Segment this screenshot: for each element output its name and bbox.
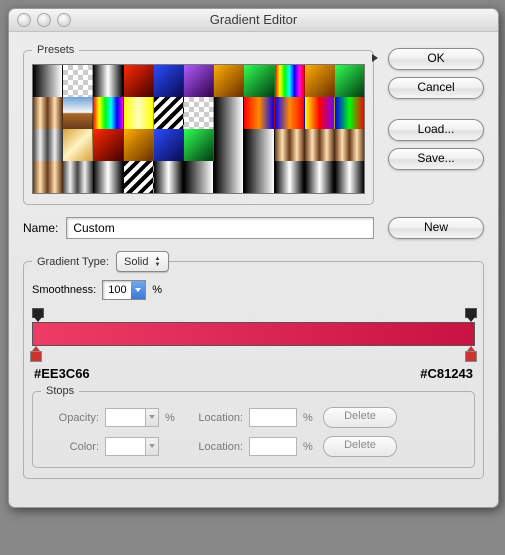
preset-swatch[interactable] (275, 97, 305, 129)
preset-swatch[interactable] (214, 161, 244, 193)
cancel-button[interactable]: Cancel (388, 77, 484, 99)
opacity-stop-right[interactable] (465, 308, 475, 320)
gradient-editor-window: Gradient Editor Presets (8, 8, 499, 508)
presets-legend: Presets (32, 44, 79, 56)
preset-swatch[interactable] (214, 129, 244, 161)
opacity-location-input (249, 408, 297, 427)
preset-swatch[interactable] (93, 65, 123, 97)
preset-swatch[interactable] (305, 97, 335, 129)
color-stop-right[interactable] (465, 346, 477, 362)
opacity-input (105, 408, 146, 427)
preset-swatch[interactable] (244, 65, 274, 97)
titlebar: Gradient Editor (9, 9, 498, 32)
smoothness-value: 100 (103, 284, 131, 296)
smoothness-label: Smoothness: (32, 284, 96, 296)
opacity-stop-left[interactable] (32, 308, 42, 320)
gradient-type-select[interactable]: Solid ▲▼ (116, 251, 169, 272)
preset-swatch[interactable] (93, 161, 123, 193)
preset-swatch[interactable] (93, 97, 123, 129)
preset-swatch[interactable] (275, 65, 305, 97)
preset-swatch[interactable] (93, 129, 123, 161)
name-label: Name: (23, 221, 58, 235)
preset-swatch[interactable] (154, 161, 184, 193)
preset-swatch[interactable] (63, 65, 93, 97)
stepper-icon: ▲▼ (150, 256, 164, 268)
preset-swatch[interactable] (33, 97, 63, 129)
dropdown-icon (146, 437, 159, 456)
preset-swatch[interactable] (244, 97, 274, 129)
preset-swatch[interactable] (335, 129, 364, 161)
preset-swatch[interactable] (154, 65, 184, 97)
preset-swatch[interactable] (33, 161, 63, 193)
preset-swatch[interactable] (275, 129, 305, 161)
preset-swatch[interactable] (214, 97, 244, 129)
preset-swatch[interactable] (184, 65, 214, 97)
right-color-label: #C81243 (420, 366, 473, 381)
left-color-label: #EE3C66 (34, 366, 90, 381)
preset-swatch[interactable] (63, 129, 93, 161)
preset-swatch[interactable] (124, 161, 154, 193)
preset-swatch[interactable] (275, 161, 305, 193)
preset-swatch[interactable] (63, 97, 93, 129)
save-button[interactable]: Save... (388, 148, 484, 170)
percent-label: % (165, 412, 179, 424)
preset-swatch[interactable] (124, 97, 154, 129)
gradient-type-label: Gradient Type: (32, 256, 113, 268)
name-input[interactable]: Custom (66, 217, 374, 239)
gradient-type-group: Gradient Type: Solid ▲▼ Smoothness: 100 … (23, 251, 484, 479)
preset-swatch[interactable] (184, 161, 214, 193)
color-label: Color: (41, 441, 99, 453)
preset-swatch[interactable] (63, 161, 93, 193)
dropdown-icon (146, 408, 159, 427)
stops-legend: Stops (41, 385, 79, 397)
opacity-label: Opacity: (41, 412, 99, 424)
preset-swatch[interactable] (184, 97, 214, 129)
presets-flyout-icon[interactable] (372, 54, 378, 62)
preset-swatch[interactable] (33, 129, 63, 161)
gradient-bar-area (32, 308, 475, 364)
preset-swatch[interactable] (33, 65, 63, 97)
preset-swatch[interactable] (305, 129, 335, 161)
preset-swatch[interactable] (214, 65, 244, 97)
gradient-bar[interactable] (32, 322, 475, 346)
preset-swatch[interactable] (305, 161, 335, 193)
preset-swatch[interactable] (335, 65, 364, 97)
preset-swatch[interactable] (305, 65, 335, 97)
color-stop-left[interactable] (30, 346, 42, 362)
preset-swatch[interactable] (244, 129, 274, 161)
preset-swatches (32, 64, 365, 194)
stops-group: Stops Opacity: % Location: % Delete Colo… (32, 385, 475, 468)
new-button[interactable]: New (388, 217, 484, 239)
color-input (105, 437, 146, 456)
color-location-input (249, 437, 297, 456)
preset-swatch[interactable] (335, 161, 364, 193)
smoothness-unit: % (152, 284, 162, 296)
delete-color-stop-button: Delete (323, 436, 397, 457)
preset-swatch[interactable] (124, 65, 154, 97)
opacity-location-label: Location: (185, 412, 243, 424)
smoothness-input[interactable]: 100 (102, 280, 146, 300)
percent-label: % (303, 441, 317, 453)
dropdown-icon[interactable] (131, 281, 145, 299)
preset-swatch[interactable] (184, 129, 214, 161)
gradient-type-value: Solid (124, 256, 148, 268)
preset-swatch[interactable] (154, 97, 184, 129)
preset-swatch[interactable] (124, 129, 154, 161)
percent-label: % (303, 412, 317, 424)
window-title: Gradient Editor (9, 12, 498, 27)
presets-group: Presets (23, 44, 374, 205)
load-button[interactable]: Load... (388, 119, 484, 141)
ok-button[interactable]: OK (388, 48, 484, 70)
preset-swatch[interactable] (244, 161, 274, 193)
preset-swatch[interactable] (154, 129, 184, 161)
preset-swatch[interactable] (335, 97, 364, 129)
delete-opacity-stop-button: Delete (323, 407, 397, 428)
color-location-label: Location: (185, 441, 243, 453)
